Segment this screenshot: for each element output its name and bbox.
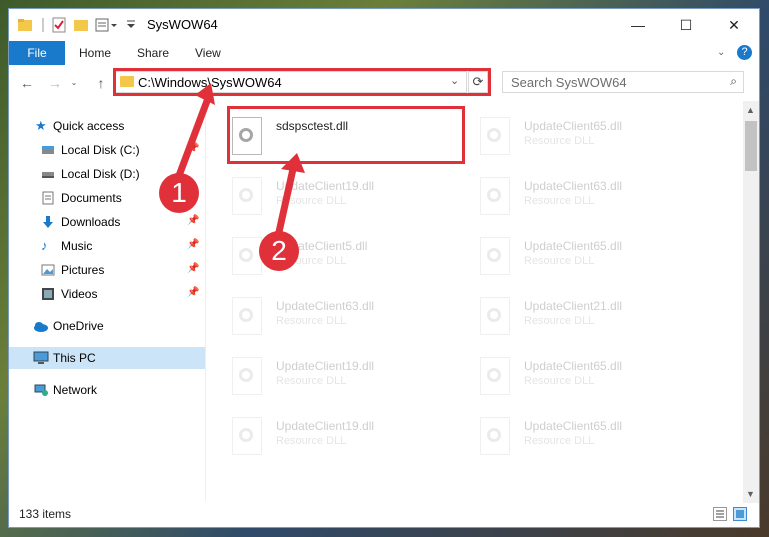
callout-2: 2 — [259, 231, 299, 271]
annotation-arrows — [173, 83, 305, 245]
callout-1: 1 — [159, 173, 199, 213]
explorer-window: SysWOW64 — ☐ ✕ File Home Share View ⌄ ? … — [8, 8, 760, 528]
